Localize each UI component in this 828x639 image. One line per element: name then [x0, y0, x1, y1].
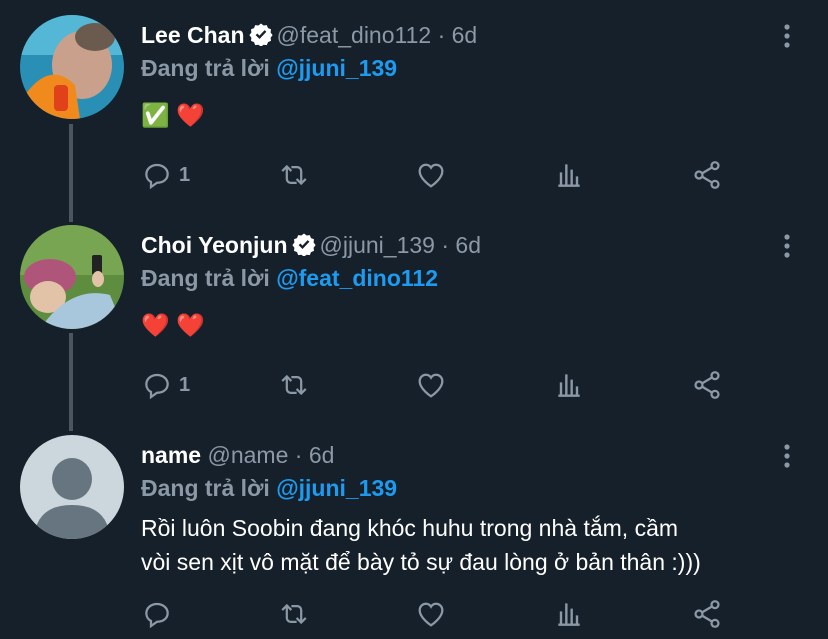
retweet-button[interactable] — [277, 157, 311, 193]
share-icon — [691, 369, 723, 401]
more-icon[interactable] — [777, 232, 797, 260]
retweet-button[interactable] — [277, 596, 311, 632]
retweet-button[interactable] — [277, 367, 311, 403]
analytics-button[interactable] — [553, 367, 585, 403]
separator: · — [294, 442, 303, 468]
tweet-lee-chan[interactable]: Lee Chan @feat_dino112 · 6d Đang trả lời … — [0, 0, 828, 210]
more-icon[interactable] — [777, 22, 797, 50]
tweet-content: ✅ ❤️ — [141, 102, 205, 128]
tweet-header: name @name · 6d — [141, 440, 334, 470]
like-button[interactable] — [415, 596, 447, 632]
display-name[interactable]: Lee Chan — [141, 22, 245, 48]
replying-handle-link[interactable]: @feat_dino112 — [276, 265, 438, 291]
replying-prefix: Đang trả lời — [141, 475, 270, 501]
like-icon — [415, 369, 447, 401]
tweet-content: ❤️ ❤️ — [141, 312, 205, 338]
timestamp[interactable]: 6d — [452, 22, 478, 48]
timestamp[interactable]: 6d — [309, 442, 335, 468]
reply-button[interactable] — [141, 596, 179, 632]
tweet-actions: 1 — [141, 157, 741, 193]
reply-button[interactable]: 1 — [141, 157, 190, 193]
like-button[interactable] — [415, 367, 447, 403]
replying-prefix: Đang trả lời — [141, 55, 270, 81]
like-icon — [415, 598, 447, 630]
reply-icon — [141, 598, 173, 630]
analytics-button[interactable] — [553, 157, 585, 193]
tweet-content-line: Rồi luôn Soobin đang khóc huhu trong nhà… — [141, 515, 679, 541]
replying-handle-link[interactable]: @jjuni_139 — [276, 55, 397, 81]
user-handle[interactable]: @name — [207, 442, 288, 468]
tweet-choi-yeonjun[interactable]: Choi Yeonjun @jjuni_139 · 6d Đang trả lời… — [0, 210, 828, 420]
avatar[interactable] — [20, 435, 124, 539]
reply-count: 1 — [179, 373, 191, 396]
user-handle[interactable]: @feat_dino112 — [277, 22, 432, 48]
like-button[interactable] — [415, 157, 447, 193]
retweet-icon — [277, 598, 311, 630]
separator: · — [441, 232, 450, 258]
display-name[interactable]: name — [141, 442, 201, 468]
timestamp[interactable]: 6d — [455, 232, 481, 258]
share-button[interactable] — [691, 367, 723, 403]
reply-icon — [141, 159, 173, 191]
tweet-name[interactable]: name @name · 6d Đang trả lời @jjuni_139 … — [0, 420, 828, 639]
analytics-icon — [553, 369, 585, 401]
replying-to: Đang trả lời @feat_dino112 — [141, 265, 438, 292]
like-icon — [415, 159, 447, 191]
tweet-header: Lee Chan @feat_dino112 · 6d — [141, 20, 477, 50]
share-button[interactable] — [691, 596, 723, 632]
tweet-actions — [141, 596, 741, 632]
more-icon[interactable] — [777, 442, 797, 470]
analytics-button[interactable] — [553, 596, 585, 632]
tweet-header: Choi Yeonjun @jjuni_139 · 6d — [141, 230, 481, 260]
share-icon — [691, 159, 723, 191]
reply-icon — [141, 369, 173, 401]
avatar[interactable] — [20, 225, 124, 329]
analytics-icon — [553, 159, 585, 191]
tweet-content-line: vòi sen xịt vô mặt để bày tỏ sự đau lòng… — [141, 549, 701, 575]
share-icon — [691, 598, 723, 630]
tweet-actions: 1 — [141, 367, 741, 403]
verified-badge-icon — [248, 22, 273, 46]
tweet-content: Rồi luôn Soobin đang khóc huhu trong nhà… — [141, 511, 701, 579]
user-handle[interactable]: @jjuni_139 — [320, 232, 435, 258]
replying-prefix: Đang trả lời — [141, 265, 270, 291]
retweet-icon — [277, 159, 311, 191]
reply-count: 1 — [179, 163, 191, 186]
share-button[interactable] — [691, 157, 723, 193]
analytics-icon — [553, 598, 585, 630]
reply-button[interactable]: 1 — [141, 367, 190, 403]
retweet-icon — [277, 369, 311, 401]
replying-to: Đang trả lời @jjuni_139 — [141, 475, 397, 502]
avatar[interactable] — [20, 15, 124, 119]
display-name[interactable]: Choi Yeonjun — [141, 232, 288, 258]
separator: · — [437, 22, 446, 48]
replying-handle-link[interactable]: @jjuni_139 — [276, 475, 397, 501]
replying-to: Đang trả lời @jjuni_139 — [141, 55, 397, 82]
verified-badge-icon — [291, 232, 316, 256]
